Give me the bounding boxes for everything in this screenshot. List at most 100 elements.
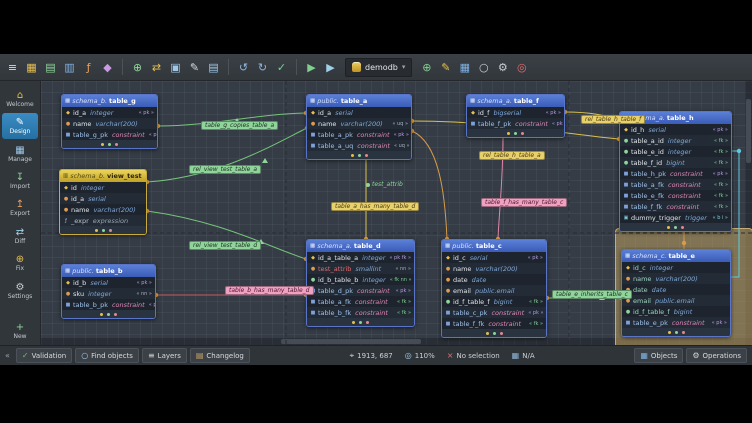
table-row: ◆id_hserial« pk » xyxy=(620,124,731,135)
objects-button-icon: ▦ xyxy=(640,351,648,360)
row-type: varchar(200) xyxy=(655,275,697,283)
model-canvas[interactable]: ▦schema_b.table_g◆id_ainteger« pk »●name… xyxy=(41,81,752,345)
relationship-label[interactable]: table_f_has_many_table_c xyxy=(481,198,567,207)
find-objects-tab[interactable]: ○Find objects xyxy=(75,348,139,363)
rel-table-c-table-f-fk-line[interactable] xyxy=(412,131,447,239)
database-selector[interactable]: demodb ▾ xyxy=(345,58,412,77)
table-header[interactable]: ▥schema_b.view_test xyxy=(60,170,146,182)
table-node-table_g[interactable]: ▦schema_b.table_g◆id_ainteger« pk »●name… xyxy=(61,94,158,149)
redo-icon[interactable]: ↻ xyxy=(254,58,271,77)
main-menu-icon[interactable]: ≡ xyxy=(4,58,21,77)
sidebar-item-welcome[interactable]: ⌂Welcome xyxy=(2,86,38,111)
view-node-view_test[interactable]: ▥schema_b.view_test◆idinteger●id_aserial… xyxy=(59,169,147,235)
col-icon: ● xyxy=(63,196,69,202)
table-node-table_c[interactable]: ▦public.table_c◆id_cserial« pk »●namevar… xyxy=(441,239,547,338)
settings-icon[interactable]: ⚙ xyxy=(494,58,511,77)
table-node-table_d[interactable]: ▦schema_a.table_d◆id_a_table_ainteger« p… xyxy=(306,239,415,327)
sidebar-item-fix[interactable]: ⊕Fix xyxy=(2,251,38,276)
relationship-label[interactable]: rel_table_h_table_f xyxy=(581,115,645,124)
table-header[interactable]: ▦public.table_c xyxy=(442,240,546,252)
statusbar-buttons: ▦Objects⚙Operations xyxy=(634,348,747,363)
stop-icon[interactable]: ◎ xyxy=(513,58,530,77)
new-schema-icon[interactable]: ▥ xyxy=(61,58,78,77)
bottom-menu-icon[interactable]: « xyxy=(5,351,10,360)
design-icon: ✎ xyxy=(16,117,24,128)
sidebar-item-design[interactable]: ✎Design xyxy=(2,113,38,138)
relationship-label-text: test_attrib xyxy=(372,181,403,189)
new-database-icon[interactable]: ⊕ xyxy=(418,58,435,77)
footer-dot xyxy=(352,321,355,324)
table-row: ■table_d_pkconstraint« pk » xyxy=(307,285,414,296)
validation-tab[interactable]: ✓Validation xyxy=(16,348,72,363)
row-name: table_a_pk xyxy=(318,131,353,139)
sidebar-item-import[interactable]: ↧Import xyxy=(2,168,38,193)
row-name: table_a_fk xyxy=(631,181,664,189)
new-sequence-icon[interactable]: ⊕ xyxy=(129,58,146,77)
rel-table-h-table-e-line[interactable] xyxy=(731,151,739,277)
run-icon[interactable]: ▶ xyxy=(303,58,320,77)
layers-tab[interactable]: ≡Layers xyxy=(142,348,187,363)
row-type: integer xyxy=(668,148,691,156)
row-name: date xyxy=(453,276,468,284)
validate-model-icon[interactable]: ✓ xyxy=(273,58,290,77)
table-row: ●namevarchar(200) xyxy=(62,118,157,129)
sidebar-item-new[interactable]: +New xyxy=(2,319,38,344)
table-name: table_f xyxy=(514,97,539,105)
relationship-label[interactable]: test_attrib xyxy=(363,180,406,189)
preview-icon[interactable]: ▶ xyxy=(322,58,339,77)
sidebar-item-export[interactable]: ↥Export xyxy=(2,196,38,221)
new-relationship-icon[interactable]: ⇄ xyxy=(148,58,165,77)
col-icon: ● xyxy=(445,288,451,294)
relationship-label[interactable]: rel_view_test_table_d xyxy=(189,241,261,250)
row-type: constraint xyxy=(112,131,145,139)
table-header[interactable]: ▦schema_b.table_g xyxy=(62,95,157,107)
validation-tab-label: Validation xyxy=(32,352,67,360)
new-table-icon[interactable]: ▦ xyxy=(23,58,40,77)
row-type: constraint xyxy=(668,192,701,200)
table-header[interactable]: ▦schema_c.table_e xyxy=(622,250,730,262)
table-node-table_b[interactable]: ▦public.table_b◆id_bserial« pk »●skuinte… xyxy=(61,264,156,319)
new-function-icon[interactable]: ƒ xyxy=(80,58,97,77)
edit-object-icon[interactable]: ✎ xyxy=(186,58,203,77)
sidebar-item-diff[interactable]: ⇄Diff xyxy=(2,223,38,248)
sidebar-item-settings[interactable]: ⚙Settings xyxy=(2,278,38,303)
selection-status: ×No selection xyxy=(447,351,500,360)
table-node-table_e[interactable]: ▦schema_c.table_e◆id_cinteger●namevarcha… xyxy=(621,249,731,337)
table-node-table_a[interactable]: ▦public.table_a◆id_aserial●namevarchar(2… xyxy=(306,94,412,160)
relationship-label[interactable]: table_g_copies_table_a xyxy=(201,121,278,130)
relationship-label[interactable]: table_b_has_many_table_d xyxy=(225,286,314,295)
relationship-label[interactable]: table_e_inherits_table_c xyxy=(552,290,632,299)
edit-database-icon[interactable]: ✎ xyxy=(437,58,454,77)
new-domain-icon[interactable]: ◆ xyxy=(99,58,116,77)
table-header[interactable]: ▦schema_a.table_d xyxy=(307,240,414,252)
new-textbox-icon[interactable]: ▣ xyxy=(167,58,184,77)
row-type: bigint xyxy=(674,308,693,316)
table-header[interactable]: ▦public.table_a xyxy=(307,95,411,107)
table-header[interactable]: ▦public.table_b xyxy=(62,265,155,277)
new-view-icon[interactable]: ▤ xyxy=(42,58,59,77)
source-code-icon[interactable]: ▤ xyxy=(205,58,222,77)
row-flags: « nn » xyxy=(393,266,411,272)
changelog-tab[interactable]: ▤Changelog xyxy=(190,348,250,363)
sidebar-item-manage[interactable]: ▦Manage xyxy=(2,141,38,166)
row-flags: « fk » xyxy=(712,182,728,188)
row-name: id_a xyxy=(71,195,84,203)
table-node-table_h[interactable]: ▦schema_a.table_h◆id_hserial« pk »●table… xyxy=(619,111,732,232)
table-header[interactable]: ▦schema_a.table_f xyxy=(467,95,564,107)
find-icon[interactable]: ○ xyxy=(475,58,492,77)
rel-view-test-table-d[interactable] xyxy=(147,211,306,259)
relationship-label[interactable]: rel_table_h_table_a xyxy=(479,151,545,160)
relationship-label[interactable]: table_a_has_many_table_d xyxy=(331,202,419,211)
diff-icon: ⇄ xyxy=(16,227,24,238)
relationship-label[interactable]: rel_view_test_table_a xyxy=(189,165,261,174)
objects-button[interactable]: ▦Objects xyxy=(634,348,683,363)
operations-button[interactable]: ⚙Operations xyxy=(686,348,747,363)
table-node-table_f[interactable]: ▦schema_a.table_f◆id_fbigserial« pk »■ta… xyxy=(466,94,565,138)
row-type: varchar(200) xyxy=(95,120,137,128)
table-row: ◆id_cserial« pk » xyxy=(442,252,546,263)
con-icon: ■ xyxy=(310,310,316,316)
table-row: ●namevarchar(200) xyxy=(442,263,546,274)
undo-icon[interactable]: ↺ xyxy=(235,58,252,77)
table-footer xyxy=(467,129,564,137)
browse-data-icon[interactable]: ▦ xyxy=(456,58,473,77)
